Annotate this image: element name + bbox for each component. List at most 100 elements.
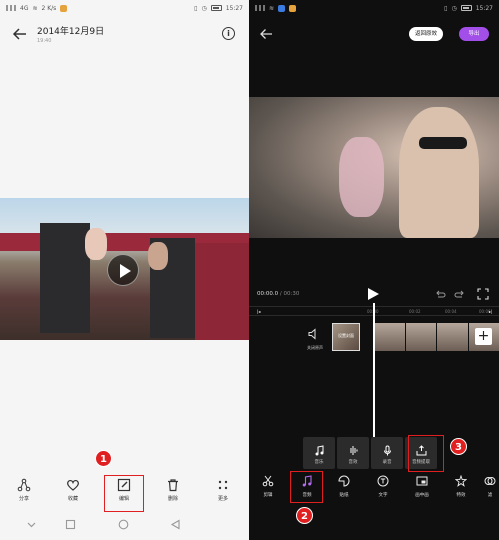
back-arrow-icon[interactable] [12, 26, 28, 42]
alarm-icon: ◷ [451, 4, 457, 12]
music-button[interactable]: 音乐 [303, 437, 335, 469]
status-bar: ≋ ▯ ◷ 15:27 [249, 0, 499, 16]
battery-icon [460, 5, 472, 11]
music-label: 音乐 [314, 460, 324, 465]
notification-app-icon [278, 4, 286, 12]
share-button[interactable]: 分享 [4, 478, 44, 502]
sticker-button[interactable]: 贴纸 [328, 474, 360, 498]
share-label: 分享 [18, 496, 29, 502]
more-button[interactable]: 更多 [203, 478, 243, 502]
more-label: 更多 [217, 496, 228, 502]
text-button[interactable]: 文字 [367, 474, 399, 498]
step-marker-2: 2 [296, 507, 313, 524]
favorite-label: 收藏 [67, 496, 78, 502]
editor-header: 返回原效 导出 [249, 22, 499, 48]
photo-time: 19:40 [37, 38, 52, 44]
status-bar: 4G ≋ 2 K/s ▯ ◷ 15:27 [0, 0, 249, 16]
restore-original-button[interactable]: 返回原效 [409, 27, 444, 41]
sunglasses [419, 137, 467, 149]
record-button[interactable]: 录音 [371, 437, 403, 469]
speaker-icon[interactable] [307, 328, 319, 340]
filter-icon [484, 477, 496, 485]
back-arrow-icon[interactable] [259, 27, 273, 41]
record-label: 录音 [382, 460, 392, 465]
pip-label: 画中画 [415, 493, 429, 498]
gallery-screen: 4G ≋ 2 K/s ▯ ◷ 15:27 2014年12月9日 19:40 i [0, 0, 249, 540]
background-person [339, 137, 384, 217]
trash-icon [168, 479, 178, 492]
add-clip-button[interactable]: + [475, 328, 492, 345]
ride-seat [40, 223, 90, 333]
scissors-icon [262, 475, 274, 487]
cut-button[interactable]: 剪辑 [252, 474, 284, 498]
fullscreen-icon[interactable] [477, 288, 489, 300]
more-icon [218, 480, 228, 490]
filter-button[interactable]: 滤 [481, 474, 499, 498]
subject-face [399, 107, 479, 238]
clock: 15:27 [225, 4, 243, 12]
highlight-box-edit [104, 475, 144, 512]
video-thumbnail[interactable] [0, 198, 249, 340]
effects-button[interactable]: 特效 [445, 474, 477, 498]
delete-button[interactable]: 删除 [153, 478, 193, 502]
wifi-icon: ≋ [32, 4, 38, 12]
effects-icon [455, 475, 467, 487]
timeline-start-icon[interactable]: |◂ [257, 309, 260, 314]
mute-original-label: 关闭原声 [307, 345, 323, 350]
nav-back-icon[interactable] [170, 519, 181, 530]
photo-date: 2014年12月9日 [37, 27, 105, 37]
timeline-end-icon[interactable]: ▸| [489, 309, 492, 314]
notification-app-icon [289, 4, 297, 12]
video-preview[interactable] [249, 97, 499, 238]
clock: 15:27 [475, 4, 493, 12]
text-icon [377, 475, 389, 487]
ruler-mark: 00:02 [409, 309, 421, 314]
editor-toolbar: 剪辑 音频 贴纸 文字 画中画 特效 滤 [249, 474, 499, 504]
vibrate-icon: ▯ [194, 4, 198, 12]
clip-frame [437, 323, 468, 351]
set-cover-label: 设置封面 [338, 333, 354, 338]
delete-label: 删除 [167, 496, 178, 502]
sound-effect-button[interactable]: 音效 [337, 437, 369, 469]
ruler-mark: 00:04 [445, 309, 457, 314]
ride-panel [195, 243, 249, 340]
video-editor-screen: ≋ ▯ ◷ 15:27 返回原效 导出 00:00.0 / 00:30 |◂ 0… [249, 0, 499, 540]
effects-label: 特效 [456, 493, 466, 498]
favorite-button[interactable]: 收藏 [53, 478, 93, 502]
network-type: 4G [20, 4, 29, 12]
nav-home-icon[interactable] [118, 519, 129, 530]
battery-icon [210, 5, 222, 11]
alarm-icon: ◷ [201, 4, 207, 12]
share-icon [17, 478, 31, 492]
clip-frame [374, 323, 405, 351]
nav-collapse-icon[interactable] [26, 519, 37, 530]
total-time: 00:30 [283, 291, 300, 297]
sticker-label: 贴纸 [339, 493, 349, 498]
photo-header: 2014年12月9日 19:40 i [0, 22, 249, 48]
text-label: 文字 [378, 493, 388, 498]
export-button[interactable]: 导出 [459, 27, 489, 41]
microphone-icon [383, 445, 391, 456]
data-speed: 2 K/s [41, 4, 57, 12]
signal-icon [255, 5, 265, 11]
rider-face [85, 228, 107, 260]
music-note-icon [315, 445, 323, 456]
notification-app-icon [60, 4, 68, 12]
signal-icon [6, 5, 16, 11]
nav-recents-icon[interactable] [65, 519, 76, 530]
rider-face [148, 242, 168, 270]
cut-label: 剪辑 [263, 493, 273, 498]
system-nav-bar [0, 519, 249, 533]
filter-label: 滤 [487, 493, 493, 498]
play-button[interactable] [368, 288, 379, 300]
pip-button[interactable]: 画中画 [406, 474, 438, 498]
undo-icon[interactable] [434, 288, 446, 300]
highlight-box-audio [290, 471, 323, 503]
play-button[interactable] [107, 254, 139, 286]
pip-icon [416, 476, 428, 486]
vibrate-icon: ▯ [444, 4, 448, 12]
timecode: 00:00.0 / 00:30 [257, 291, 299, 297]
heart-icon [67, 479, 79, 491]
info-icon[interactable]: i [222, 27, 235, 40]
redo-icon[interactable] [454, 288, 466, 300]
